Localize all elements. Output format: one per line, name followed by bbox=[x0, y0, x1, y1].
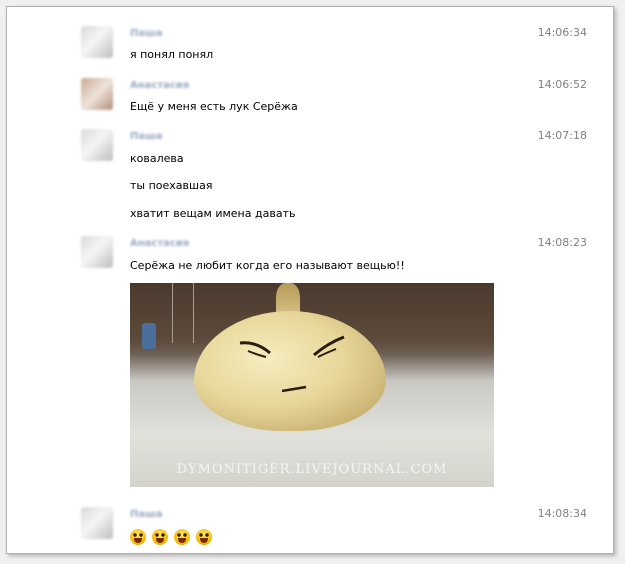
message-time: 14:06:34 bbox=[537, 26, 587, 39]
sender-name[interactable]: Паша bbox=[130, 509, 163, 520]
message-text: ты поехавшая bbox=[130, 179, 213, 192]
message-time: 14:08:34 bbox=[537, 507, 587, 520]
message-time: 14:08:23 bbox=[537, 236, 587, 249]
message-time: 14:06:52 bbox=[537, 78, 587, 91]
chat-window: Паша 14:06:34 я понял понял Анастасия 14… bbox=[6, 6, 614, 554]
sender-name[interactable]: Анастасия bbox=[130, 80, 189, 91]
laughing-emoji-icon bbox=[152, 529, 168, 545]
message-text: хватит вещам имена давать bbox=[130, 207, 296, 220]
onion-face bbox=[239, 335, 345, 393]
photo-attachment[interactable]: DYMONITIGER.LIVEJOURNAL.COM bbox=[130, 283, 494, 487]
avatar[interactable] bbox=[81, 507, 113, 539]
sender-name[interactable]: Паша bbox=[130, 28, 163, 39]
laughing-emoji-icon bbox=[196, 529, 212, 545]
sender-name[interactable]: Паша bbox=[130, 131, 163, 142]
avatar[interactable] bbox=[81, 26, 113, 58]
laughing-emoji-icon bbox=[174, 529, 190, 545]
message-text: Серёжа не любит когда его называют вещью… bbox=[130, 259, 405, 272]
sender-name[interactable]: Анастасия bbox=[130, 238, 189, 249]
photo-watermark: DYMONITIGER.LIVEJOURNAL.COM bbox=[176, 462, 448, 477]
avatar[interactable] bbox=[81, 129, 113, 161]
avatar[interactable] bbox=[81, 236, 113, 268]
avatar[interactable] bbox=[81, 78, 113, 110]
laughing-emoji-icon bbox=[130, 529, 146, 545]
message-text: Ещё у меня есть лук Серёжа bbox=[130, 100, 298, 113]
message-text: ковалева bbox=[130, 152, 184, 165]
message-time: 14:07:18 bbox=[537, 129, 587, 142]
message-text: я понял понял bbox=[130, 48, 214, 61]
